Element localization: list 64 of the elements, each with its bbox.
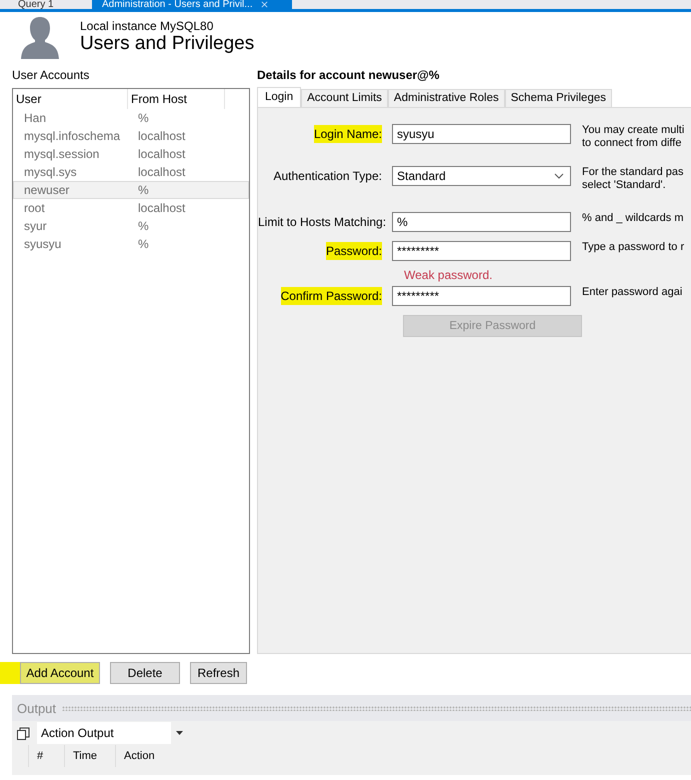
caret-icon xyxy=(176,731,182,735)
field-label: Password: xyxy=(326,242,382,260)
page-title: Users and Privileges xyxy=(80,33,254,55)
table-cell-text: newuser xyxy=(23,182,70,198)
warning-text: Weak password. xyxy=(404,269,494,282)
table-cell-text: localhost xyxy=(137,146,186,162)
field-label: Confirm Password: xyxy=(280,287,382,305)
tab[interactable]: Administrative Roles xyxy=(388,89,505,107)
account-row[interactable]: mysql.infoschema localhost xyxy=(13,127,249,145)
account-row[interactable]: root localhost xyxy=(13,199,249,217)
input-field[interactable]: % xyxy=(392,212,571,232)
account-row[interactable]: syur % xyxy=(13,217,249,235)
column-header[interactable]: From Host xyxy=(128,89,225,109)
tab[interactable]: Account Limits xyxy=(301,89,388,107)
table-cell-text: syusyu xyxy=(23,236,62,252)
input-field[interactable]: ********* xyxy=(392,241,571,261)
table-cell-text: syur xyxy=(23,218,48,234)
table-cell-text: Han xyxy=(23,110,48,126)
table-cell-text: localhost xyxy=(137,128,186,144)
help-text: Type a password to r xyxy=(582,241,684,254)
details-heading: Details for account newuser@% xyxy=(257,67,440,84)
section-heading: User Accounts xyxy=(12,67,90,84)
caret-icon xyxy=(554,173,564,179)
input-field[interactable]: ********* xyxy=(392,286,571,306)
column-header[interactable]: Time xyxy=(64,745,115,767)
field-label: Limit to Hosts Matching: xyxy=(258,214,386,231)
account-row[interactable]: Han % xyxy=(13,109,249,127)
account-row[interactable]: mysql.sys localhost xyxy=(13,163,249,181)
table-cell-text: mysql.infoschema xyxy=(23,128,122,144)
action-button[interactable]: Delete xyxy=(110,662,180,684)
help-text: Enter password agai xyxy=(582,286,682,299)
column-header[interactable]: User xyxy=(13,89,128,109)
table-cell-text: mysql.session xyxy=(23,146,100,162)
dropdown-field[interactable]: Standard xyxy=(392,166,571,186)
table-cell-text: % xyxy=(137,236,150,252)
column-header[interactable]: Action xyxy=(115,745,155,767)
field-label: Authentication Type: xyxy=(273,168,382,185)
account-row[interactable]: newuser % xyxy=(13,181,249,199)
table-cell-text: % xyxy=(137,110,150,126)
table-cell-text: localhost xyxy=(137,200,186,216)
action-button[interactable]: Refresh xyxy=(190,662,247,684)
copy-icon[interactable] xyxy=(17,726,30,740)
close-icon[interactable] xyxy=(260,1,268,8)
account-row[interactable]: mysql.session localhost xyxy=(13,145,249,163)
input-field[interactable]: syusyu xyxy=(392,124,571,144)
table-cell-text: % xyxy=(137,182,150,198)
table-cell-text: localhost xyxy=(137,164,186,180)
dropdown-field[interactable]: Action Output xyxy=(37,722,187,744)
help-text: For the standard pas select 'Standard'. xyxy=(582,166,684,192)
document-tab[interactable]: Administration - Users and Privil... xyxy=(92,0,292,9)
user-silhouette-icon xyxy=(18,15,62,59)
help-text: You may create multi to connect from diffe xyxy=(582,124,684,150)
panel-title: Output xyxy=(17,700,56,716)
column-header[interactable]: # xyxy=(28,745,64,767)
tab[interactable]: Login xyxy=(257,87,302,107)
table-cell-text: mysql.sys xyxy=(23,164,78,180)
field-label: Login Name: xyxy=(314,125,382,143)
table-cell-text: % xyxy=(137,218,150,234)
document-tab[interactable]: Query 1 xyxy=(8,0,92,9)
account-row[interactable]: syusyu % xyxy=(13,235,249,253)
table-cell-text: root xyxy=(23,200,46,216)
tab[interactable]: Schema Privileges xyxy=(504,89,612,107)
instance-name: Local instance MySQL80 xyxy=(80,19,214,33)
help-text: % and _ wildcards m xyxy=(582,212,684,225)
